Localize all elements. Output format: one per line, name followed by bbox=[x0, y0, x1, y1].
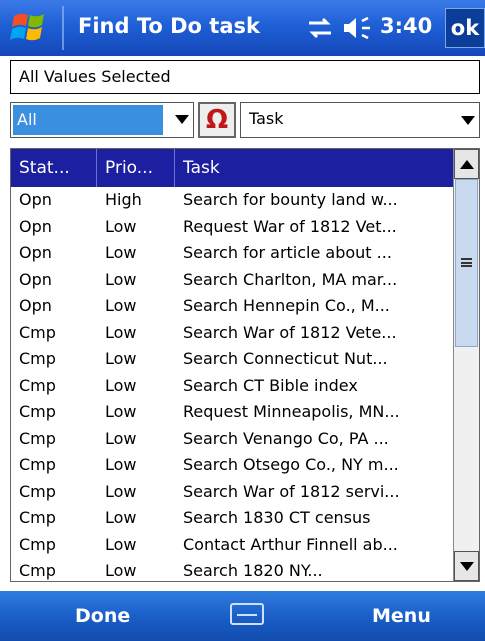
cell-task: Search for article about ... bbox=[183, 243, 392, 262]
cell-task: Search Otsego Co., NY m... bbox=[183, 455, 399, 474]
cell-priority: High bbox=[105, 190, 142, 209]
cell-task: Search Venango Co, PA ... bbox=[183, 428, 389, 448]
table-row[interactable]: Opn Low Request War of 1812 Vet... bbox=[11, 214, 455, 241]
cell-status: Cmp bbox=[19, 402, 56, 421]
cell-status: Cmp bbox=[19, 534, 56, 554]
keyboard-icon[interactable] bbox=[230, 603, 264, 625]
done-softkey[interactable]: Done bbox=[75, 605, 130, 627]
window-title: Find To Do task bbox=[78, 14, 260, 38]
cell-status: Cmp bbox=[19, 375, 56, 395]
cell-priority: Low bbox=[105, 481, 137, 501]
cell-task: Search Connecticut Nut... bbox=[183, 349, 388, 368]
title-bar: Find To Do task 3:40 ok bbox=[0, 0, 485, 56]
cell-status: Cmp bbox=[19, 322, 56, 342]
table-row[interactable]: Cmp Low Search CT Bible index bbox=[11, 373, 455, 400]
cell-task: Request Minneapolis, MN... bbox=[183, 402, 400, 421]
clock[interactable]: 3:40 bbox=[380, 14, 432, 38]
cell-task: Search War of 1812 servi... bbox=[183, 481, 400, 501]
cell-priority: Low bbox=[105, 269, 137, 289]
volume-icon[interactable] bbox=[342, 16, 376, 40]
field-select-dropdown[interactable]: Task bbox=[240, 102, 480, 138]
cell-task: Search 1820 NY... bbox=[183, 561, 323, 580]
vertical-scrollbar[interactable] bbox=[453, 149, 479, 581]
title-separator bbox=[62, 6, 64, 50]
cell-priority: Low bbox=[105, 349, 137, 368]
chevron-down-icon bbox=[461, 116, 475, 125]
status-filter-selected: All bbox=[13, 105, 163, 135]
cell-priority: Low bbox=[105, 296, 137, 315]
cell-status: Cmp bbox=[19, 349, 56, 368]
scroll-thumb[interactable] bbox=[455, 179, 478, 347]
table-row[interactable]: Cmp Low Search Otsego Co., NY m... bbox=[11, 452, 455, 479]
table-row[interactable]: Cmp Low Search 1830 CT census bbox=[11, 505, 455, 532]
chevron-down-icon bbox=[175, 115, 189, 124]
scroll-up-button[interactable] bbox=[454, 149, 479, 179]
cell-status: Opn bbox=[19, 243, 52, 262]
cell-priority: Low bbox=[105, 322, 137, 342]
grip-icon bbox=[461, 258, 472, 267]
cell-task: Search Hennepin Co., M... bbox=[183, 296, 390, 315]
cell-priority: Low bbox=[105, 428, 137, 448]
table-row[interactable]: Cmp Low Search Venango Co, PA ... bbox=[11, 426, 455, 453]
omega-button[interactable]: Ω bbox=[198, 102, 236, 138]
status-filter-dropdown[interactable]: All bbox=[10, 102, 194, 138]
cell-task: Search for bounty land w... bbox=[183, 190, 398, 209]
table-row[interactable]: Opn Low Search for article about ... bbox=[11, 240, 455, 267]
cell-status: Cmp bbox=[19, 508, 56, 527]
cell-status: Cmp bbox=[19, 428, 56, 448]
table-body: Opn High Search for bounty land w... Opn Low… bbox=[11, 187, 455, 581]
table-row[interactable]: Cmp Low Search 1820 NY... bbox=[11, 558, 455, 581]
windows-start-icon[interactable] bbox=[10, 10, 50, 46]
cell-status: Cmp bbox=[19, 481, 56, 501]
ok-button[interactable]: ok bbox=[445, 8, 485, 48]
cell-priority: Low bbox=[105, 375, 137, 395]
table-row[interactable]: Cmp Low Search Connecticut Nut... bbox=[11, 346, 455, 373]
table-row[interactable]: Opn High Search for bounty land w... bbox=[11, 187, 455, 214]
filter-summary-field[interactable]: All Values Selected bbox=[10, 60, 480, 94]
omega-icon: Ω bbox=[205, 105, 229, 135]
cell-status: Opn bbox=[19, 269, 52, 289]
cell-status: Opn bbox=[19, 216, 52, 236]
cell-status: Opn bbox=[19, 296, 52, 315]
cell-status: Cmp bbox=[19, 455, 56, 474]
cell-priority: Low bbox=[105, 455, 137, 474]
table-row[interactable]: Cmp Low Search War of 1812 servi... bbox=[11, 479, 455, 506]
cell-task: Search Charlton, MA mar... bbox=[183, 269, 398, 289]
cell-task: Search CT Bible index bbox=[183, 375, 358, 395]
softkey-bar: Done Menu bbox=[0, 591, 485, 641]
cell-priority: Low bbox=[105, 508, 137, 527]
column-header-priority[interactable]: Prio... bbox=[97, 149, 175, 187]
column-header-status[interactable]: Stat... bbox=[11, 149, 97, 187]
table-row[interactable]: Cmp Low Contact Arthur Finnell ab... bbox=[11, 532, 455, 559]
menu-softkey[interactable]: Menu bbox=[372, 605, 431, 627]
table-row[interactable]: Opn Low Search Hennepin Co., M... bbox=[11, 293, 455, 320]
cell-priority: Low bbox=[105, 534, 137, 554]
cell-task: Request War of 1812 Vet... bbox=[183, 216, 397, 236]
cell-task: Search War of 1812 Vete... bbox=[183, 322, 397, 342]
scroll-down-button[interactable] bbox=[454, 551, 479, 581]
connectivity-icon[interactable] bbox=[305, 16, 335, 40]
cell-priority: Low bbox=[105, 243, 137, 262]
cell-priority: Low bbox=[105, 402, 137, 421]
cell-priority: Low bbox=[105, 561, 137, 580]
cell-task: Contact Arthur Finnell ab... bbox=[183, 534, 398, 554]
table-header: Stat... Prio... Task bbox=[11, 149, 455, 187]
field-select-value: Task bbox=[249, 109, 284, 128]
table-row[interactable]: Opn Low Search Charlton, MA mar... bbox=[11, 267, 455, 294]
cell-status: Opn bbox=[19, 190, 52, 209]
cell-task: Search 1830 CT census bbox=[183, 508, 371, 527]
column-header-task[interactable]: Task bbox=[175, 149, 455, 187]
cell-priority: Low bbox=[105, 216, 137, 236]
table-row[interactable]: Cmp Low Request Minneapolis, MN... bbox=[11, 399, 455, 426]
table-row[interactable]: Cmp Low Search War of 1812 Vete... bbox=[11, 320, 455, 347]
task-table: Stat... Prio... Task Opn High Search for b… bbox=[10, 148, 480, 582]
cell-status: Cmp bbox=[19, 561, 56, 580]
